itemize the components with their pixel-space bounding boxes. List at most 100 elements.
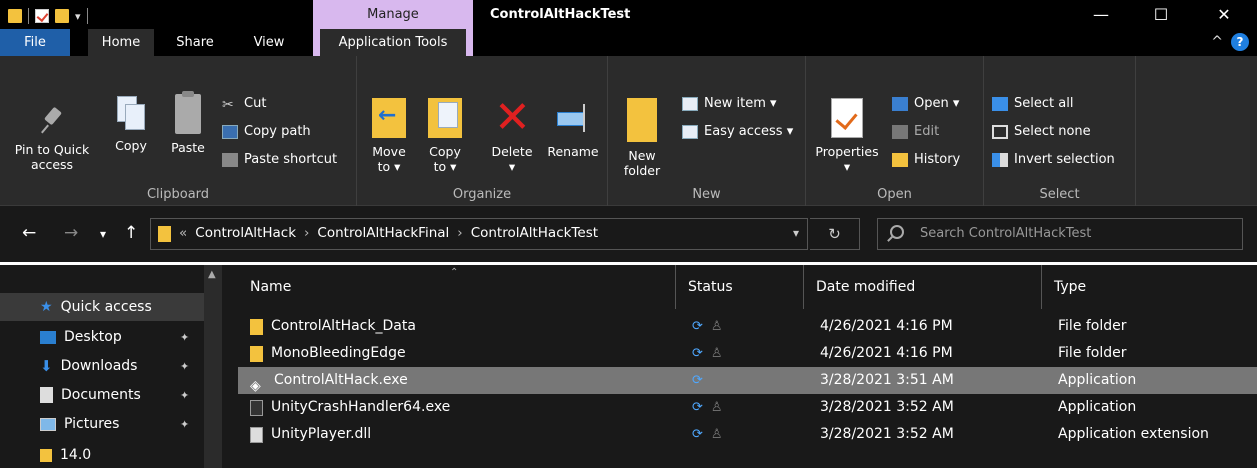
new-folder-qat-icon[interactable] bbox=[55, 9, 69, 23]
tab-share[interactable]: Share bbox=[170, 29, 220, 56]
folder-icon bbox=[158, 226, 171, 242]
select-all-button[interactable]: Select all bbox=[992, 96, 1073, 111]
up-button[interactable]: ↑ bbox=[124, 223, 138, 243]
documents-icon bbox=[40, 387, 53, 403]
select-all-label: Select all bbox=[1014, 96, 1074, 111]
nav-item-pictures[interactable]: Pictures ✦ bbox=[40, 410, 189, 438]
date-cell: 4/26/2021 4:16 PM bbox=[820, 345, 953, 361]
type-cell: File folder bbox=[1058, 318, 1127, 334]
sync-status-cell: ⟳ ♙ bbox=[692, 313, 723, 340]
table-row-selected[interactable]: ◈ ControlAltHack.exe ⟳ 3/28/2021 3:51 AM… bbox=[238, 367, 1257, 394]
history-button[interactable]: History bbox=[892, 152, 960, 167]
nav-item-documents[interactable]: Documents ✦ bbox=[40, 381, 189, 409]
select-none-label: Select none bbox=[1014, 124, 1091, 139]
minimize-button[interactable]: — bbox=[1073, 0, 1129, 29]
back-button[interactable]: ← bbox=[22, 223, 36, 243]
table-row[interactable]: ControlAltHack_Data ⟳ ♙ 4/26/2021 4:16 PM… bbox=[238, 313, 1257, 340]
file-name-cell: ControlAltHack_Data bbox=[250, 313, 416, 340]
nav-item-folder[interactable]: 14.0 bbox=[40, 441, 91, 468]
select-none-icon bbox=[992, 124, 1008, 139]
folder-icon bbox=[250, 345, 263, 362]
folder-icon[interactable] bbox=[8, 9, 22, 23]
pin-icon[interactable]: ✦ bbox=[180, 389, 189, 402]
scroll-up-icon[interactable]: ▲ bbox=[208, 269, 216, 280]
copy-to-button[interactable]: Copy to ▾ bbox=[425, 98, 465, 174]
address-bar[interactable]: « ControlAltHack › ControlAltHackFinal ›… bbox=[150, 218, 808, 250]
nav-item-label: 14.0 bbox=[60, 447, 92, 463]
pin-icon[interactable]: ✦ bbox=[180, 331, 189, 344]
search-input[interactable]: Search ControlAltHackTest bbox=[877, 218, 1243, 250]
new-folder-button[interactable]: New folder bbox=[620, 98, 664, 178]
ribbon: Pin to Quick access Copy Paste ✂ Cut Cop… bbox=[0, 56, 1257, 206]
tab-view[interactable]: View bbox=[244, 29, 294, 56]
table-row[interactable]: UnityCrashHandler64.exe ⟳ ♙ 3/28/2021 3:5… bbox=[238, 394, 1257, 421]
help-icon[interactable]: ? bbox=[1231, 33, 1249, 51]
column-header-type[interactable]: Type bbox=[1042, 265, 1257, 309]
table-row[interactable]: UnityPlayer.dll ⟳ ♙ 3/28/2021 3:52 AM App… bbox=[238, 421, 1257, 448]
copy-path-label: Copy path bbox=[244, 124, 311, 139]
shared-person-icon: ♙ bbox=[710, 319, 723, 334]
nav-item-quick-access[interactable]: ★ Quick access bbox=[0, 293, 204, 321]
properties-label: Properties bbox=[815, 144, 879, 159]
breadcrumb-separator[interactable]: › bbox=[304, 225, 309, 241]
open-button[interactable]: Open ▾ bbox=[892, 96, 959, 111]
history-icon bbox=[892, 152, 908, 167]
type-cell: File folder bbox=[1058, 345, 1127, 361]
maximize-button[interactable]: ☐ bbox=[1133, 0, 1189, 29]
nav-item-downloads[interactable]: ⬇ Downloads ✦ bbox=[40, 352, 189, 380]
copy-button[interactable]: Copy bbox=[110, 94, 152, 153]
table-row[interactable]: MonoBleedingEdge ⟳ ♙ 4/26/2021 4:16 PM Fi… bbox=[238, 340, 1257, 367]
date-cell: 3/28/2021 3:51 AM bbox=[820, 372, 954, 388]
pictures-icon bbox=[40, 417, 56, 431]
window-title: ControlAltHackTest bbox=[490, 7, 631, 22]
paste-shortcut-button[interactable]: Paste shortcut bbox=[222, 152, 337, 167]
breadcrumb-item[interactable]: ControlAltHackFinal bbox=[317, 225, 449, 241]
file-name-cell: MonoBleedingEdge bbox=[250, 340, 406, 367]
paste-button[interactable]: Paste bbox=[165, 91, 211, 155]
tab-application-tools[interactable]: Application Tools bbox=[320, 29, 466, 56]
pin-icon[interactable]: ✦ bbox=[180, 360, 189, 373]
collapse-ribbon-icon[interactable]: ^ bbox=[1211, 34, 1223, 50]
breadcrumb-item[interactable]: ControlAltHackTest bbox=[471, 225, 598, 241]
breadcrumb-item[interactable]: ControlAltHack bbox=[195, 225, 296, 241]
open-label: Open ▾ bbox=[914, 96, 960, 111]
date-cell: 3/28/2021 3:52 AM bbox=[820, 426, 954, 442]
pin-to-quick-access-button[interactable]: Pin to Quick access bbox=[14, 106, 90, 172]
properties-qat-icon[interactable] bbox=[35, 9, 49, 23]
copy-path-button[interactable]: Copy path bbox=[222, 124, 311, 139]
invert-selection-button[interactable]: Invert selection bbox=[992, 152, 1115, 167]
move-to-button[interactable]: Move to ▾ bbox=[369, 98, 409, 174]
shared-person-icon: ♙ bbox=[710, 400, 723, 415]
close-button[interactable]: ✕ bbox=[1196, 0, 1252, 29]
paste-icon bbox=[175, 91, 201, 134]
forward-button[interactable]: → bbox=[64, 223, 78, 243]
refresh-button[interactable]: ↻ bbox=[810, 218, 860, 250]
move-label: Move bbox=[372, 144, 406, 159]
breadcrumb-overflow[interactable]: « bbox=[179, 225, 187, 241]
properties-button[interactable]: Properties ▾ bbox=[812, 98, 882, 174]
breadcrumb-separator[interactable]: › bbox=[457, 225, 462, 241]
tab-home[interactable]: Home bbox=[88, 29, 154, 56]
select-none-button[interactable]: Select none bbox=[992, 124, 1091, 139]
new-item-button[interactable]: New item ▾ bbox=[682, 96, 777, 111]
edit-button[interactable]: Edit bbox=[892, 124, 939, 139]
nav-item-label: Pictures bbox=[64, 416, 120, 432]
delete-button[interactable]: ✕ Delete ▾ bbox=[487, 96, 537, 175]
manage-tab[interactable]: Manage bbox=[313, 0, 473, 29]
customize-qat-dropdown[interactable]: ▾ bbox=[75, 10, 81, 23]
cut-button[interactable]: ✂ Cut bbox=[222, 96, 266, 113]
easy-access-label: Easy access ▾ bbox=[704, 124, 794, 139]
nav-item-desktop[interactable]: Desktop ✦ bbox=[40, 323, 189, 351]
column-header-name[interactable]: Name bbox=[238, 265, 676, 309]
pin-icon bbox=[37, 106, 67, 136]
date-cell: 3/28/2021 3:52 AM bbox=[820, 399, 954, 415]
tab-file[interactable]: File bbox=[0, 29, 70, 56]
rename-button[interactable]: Rename bbox=[543, 98, 603, 159]
pin-icon[interactable]: ✦ bbox=[180, 418, 189, 431]
nav-pane-scrollbar[interactable]: ▲ bbox=[204, 265, 222, 468]
column-header-status[interactable]: Status bbox=[676, 265, 804, 309]
column-header-date[interactable]: Date modified bbox=[804, 265, 1042, 309]
recent-locations-dropdown[interactable]: ▾ bbox=[100, 227, 106, 241]
address-dropdown[interactable]: ▾ bbox=[793, 226, 799, 240]
easy-access-button[interactable]: Easy access ▾ bbox=[682, 124, 793, 139]
